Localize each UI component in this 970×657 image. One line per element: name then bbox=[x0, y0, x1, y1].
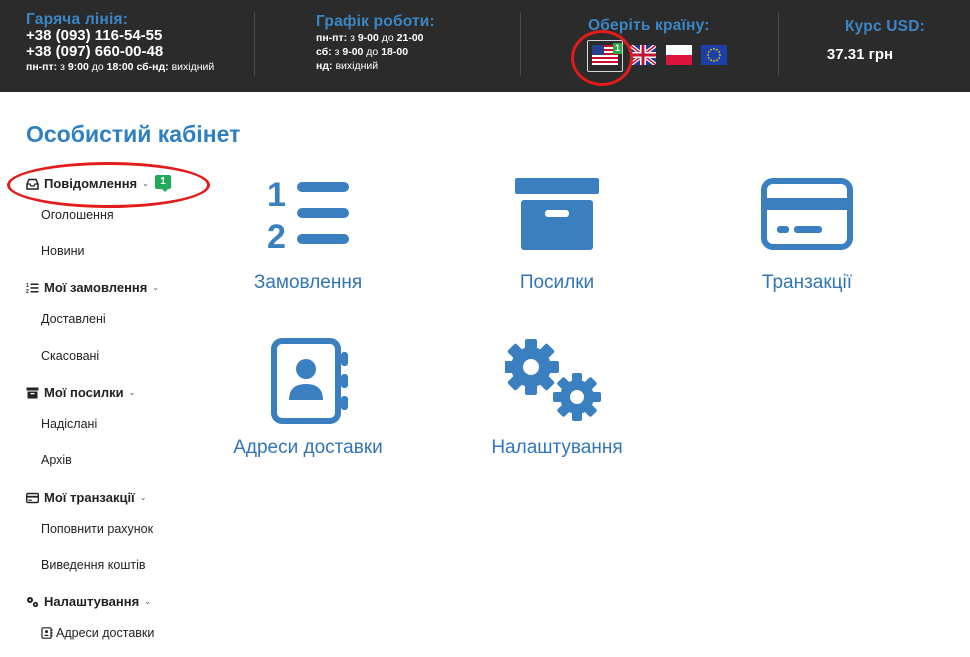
sidebar-subitem-top-up[interactable]: Поповнити рахунок bbox=[41, 522, 153, 536]
chevron-down-icon: ⌄ bbox=[152, 283, 160, 292]
divider bbox=[778, 12, 779, 76]
tile-parcels[interactable]: Посилки bbox=[477, 170, 637, 300]
divider bbox=[520, 12, 521, 76]
svg-text:2: 2 bbox=[267, 218, 286, 250]
highlight-circle bbox=[7, 162, 210, 208]
sidebar-item-transactions[interactable]: Мої транзакції ⌄ bbox=[26, 490, 146, 505]
hotline-phone-2[interactable]: +38 (097) 660-00-48 bbox=[26, 44, 163, 60]
tile-settings-label: Налаштування bbox=[491, 437, 623, 458]
sidebar-item-label: Мої посилки bbox=[44, 385, 124, 400]
sidebar-subitem-label: Адреси доставки bbox=[56, 626, 155, 640]
sidebar-subitem-withdraw[interactable]: Виведення коштів bbox=[41, 558, 146, 572]
address-book-icon bbox=[41, 627, 53, 639]
sidebar-item-label: Налаштування bbox=[44, 594, 140, 609]
hotline-hours: пн-пт: з 9:00 до 18:00 сб-нд: вихідний bbox=[26, 61, 215, 73]
uk-flag-icon[interactable] bbox=[630, 45, 656, 65]
gears-icon bbox=[26, 596, 39, 608]
tile-parcels-label: Посилки bbox=[519, 272, 595, 293]
eu-flag-icon[interactable] bbox=[701, 45, 727, 65]
chevron-down-icon: ⌄ bbox=[128, 388, 136, 397]
sidebar-item-label: Мої замовлення bbox=[44, 280, 148, 295]
sidebar-subitem-announcements[interactable]: Оголошення bbox=[41, 208, 114, 222]
credit-card-icon bbox=[761, 178, 853, 250]
sidebar-subitem-archive[interactable]: Архів bbox=[41, 453, 72, 467]
sidebar-item-orders[interactable]: 12 Мої замовлення ⌄ bbox=[26, 280, 159, 295]
address-book-icon bbox=[271, 338, 348, 424]
svg-text:2: 2 bbox=[26, 289, 29, 294]
chevron-down-icon: ⌄ bbox=[139, 493, 147, 502]
schedule-line-2: сб: з 9-00 до 18-00 bbox=[316, 46, 409, 58]
usd-rate: 37.31 грн bbox=[826, 46, 894, 63]
top-bar: Гаряча лінія: +38 (093) 116-54-55 +38 (0… bbox=[0, 0, 970, 92]
sidebar-subitem-delivered[interactable]: Доставлені bbox=[41, 312, 106, 326]
credit-card-icon bbox=[26, 492, 39, 504]
numbered-list-icon: 12 bbox=[26, 282, 39, 294]
tile-orders-label: Замовлення bbox=[253, 272, 363, 293]
schedule-line-1: пн-пт: з 9-00 до 21-00 bbox=[316, 32, 424, 44]
sidebar-item-settings[interactable]: Налаштування ⌄ bbox=[26, 594, 151, 609]
sidebar-subitem-news[interactable]: Новини bbox=[41, 244, 85, 258]
sidebar-subitem-sent[interactable]: Надіслані bbox=[41, 417, 97, 431]
page-title: Особистий кабінет bbox=[26, 121, 241, 147]
numbered-list-icon: 1 2 bbox=[267, 178, 349, 250]
sidebar-subitem-cancelled[interactable]: Скасовані bbox=[41, 349, 99, 363]
hotline-phone-1[interactable]: +38 (093) 116-54-55 bbox=[26, 28, 162, 44]
svg-text:1: 1 bbox=[267, 178, 286, 214]
tile-addresses-label: Адреси доставки bbox=[233, 437, 383, 458]
tile-transactions-label: Транзакції bbox=[761, 272, 853, 293]
sidebar-subitem-addresses[interactable]: Адреси доставки bbox=[41, 626, 154, 640]
archive-box-icon bbox=[515, 178, 599, 250]
gears-icon bbox=[505, 339, 601, 421]
pl-flag-icon[interactable] bbox=[666, 45, 692, 65]
sidebar-item-parcels[interactable]: Мої посилки ⌄ bbox=[26, 385, 135, 400]
tile-addresses[interactable]: Адреси доставки bbox=[218, 333, 398, 463]
chevron-down-icon: ⌄ bbox=[144, 597, 151, 606]
schedule-line-3: нд: вихідний bbox=[316, 60, 379, 72]
tile-settings[interactable]: Налаштування bbox=[477, 333, 637, 463]
schedule-title: Графік роботи: bbox=[316, 13, 435, 30]
highlight-circle bbox=[571, 30, 633, 86]
sidebar-item-label: Мої транзакції bbox=[44, 490, 135, 505]
archive-box-icon bbox=[26, 387, 39, 399]
usd-title: Курс USD: bbox=[845, 18, 925, 35]
divider bbox=[254, 12, 255, 76]
tile-orders[interactable]: 1 2 Замовлення bbox=[228, 170, 388, 300]
tile-transactions[interactable]: Транзакції bbox=[727, 170, 887, 300]
